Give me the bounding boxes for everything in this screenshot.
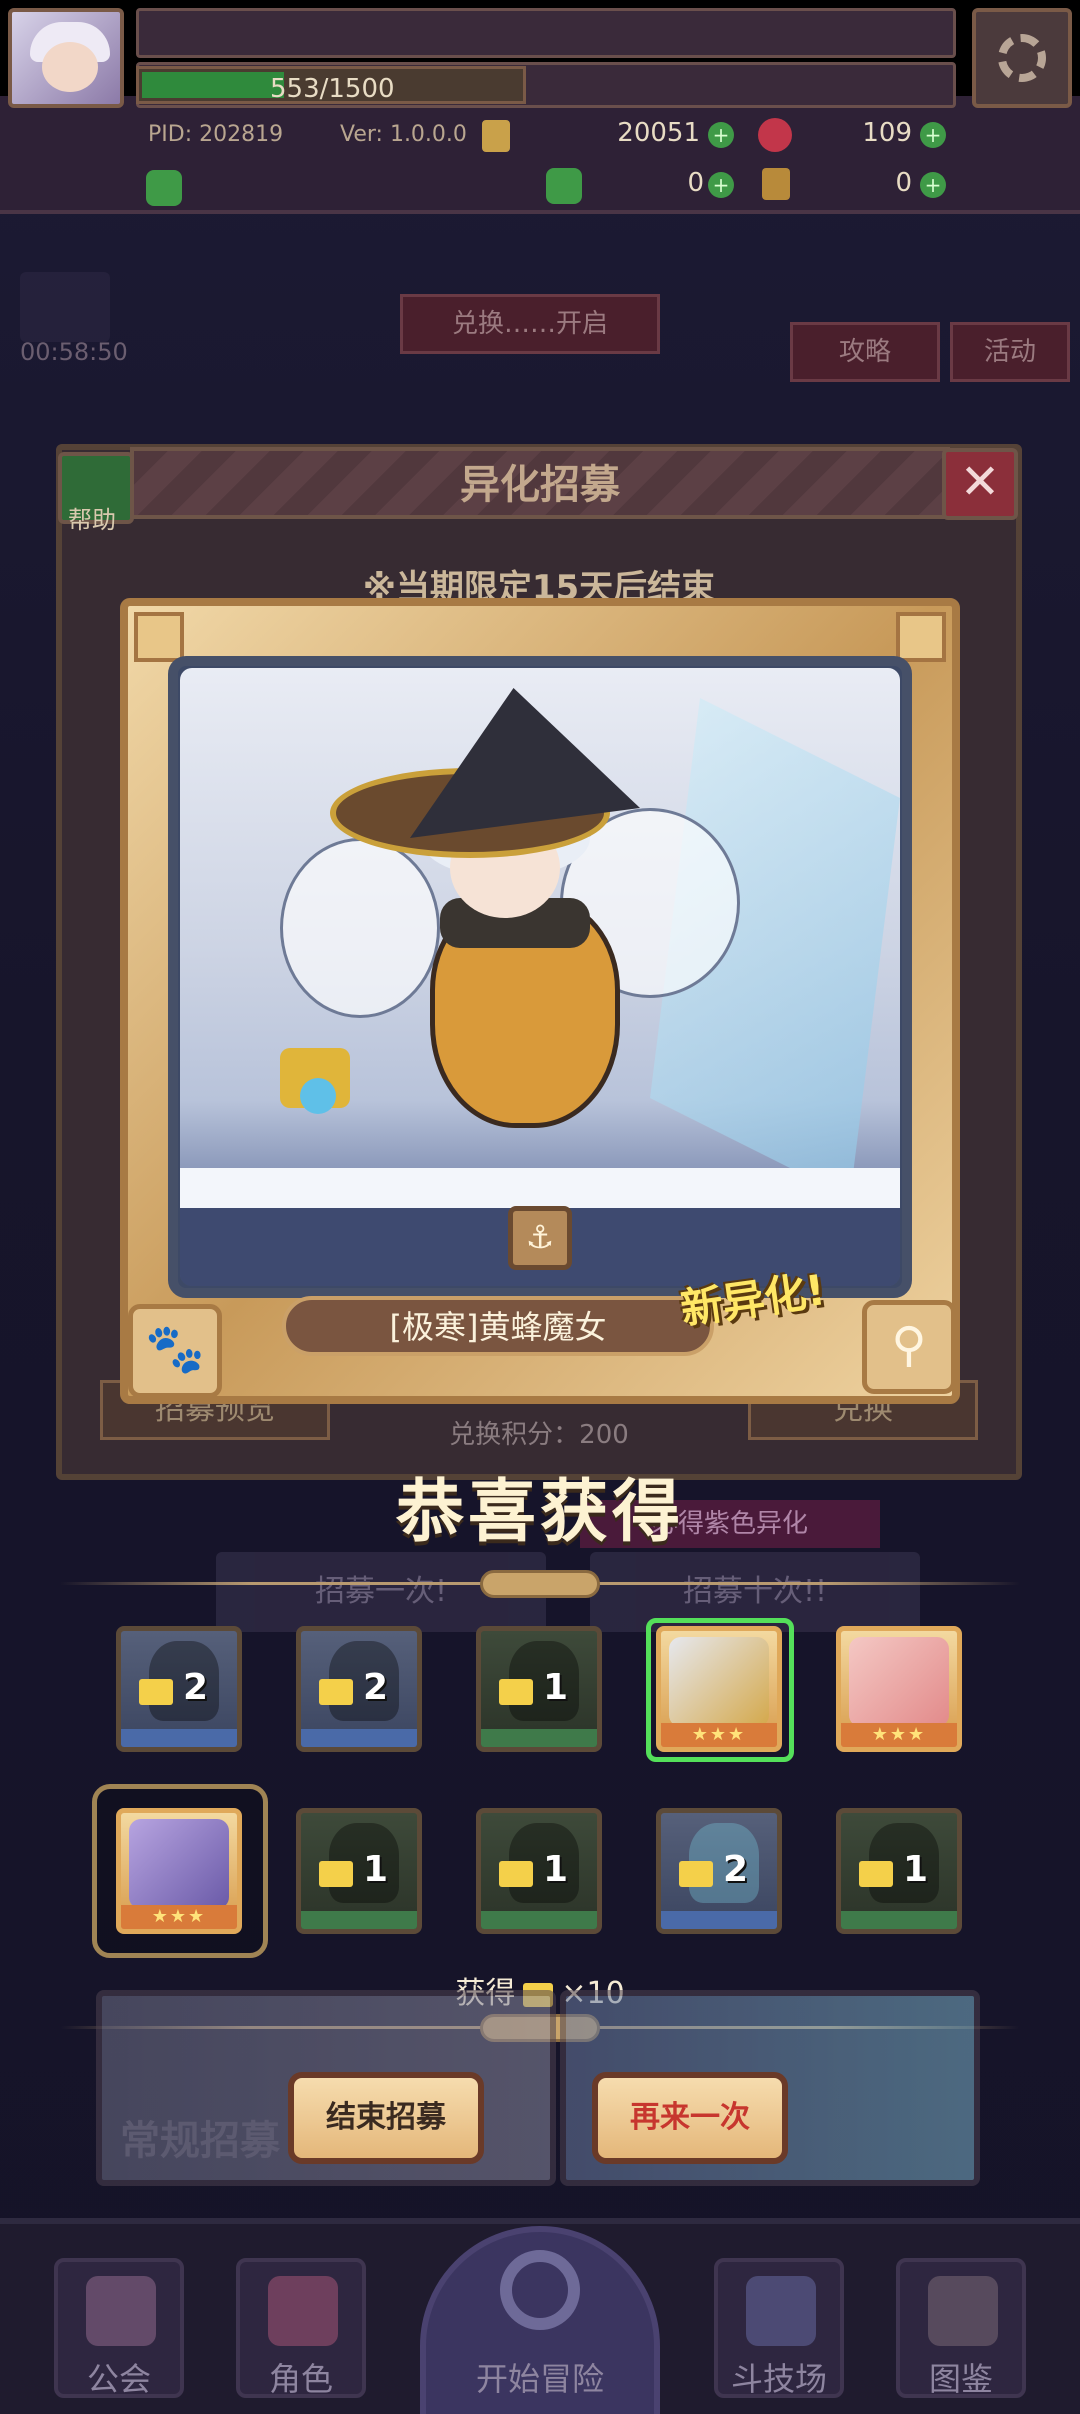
card-corner-ornament [896, 612, 946, 662]
normal-recruit-label: 常规招募 [120, 2118, 280, 2164]
nav-adventure-label: 开始冒险 [475, 2360, 604, 2398]
shard-count: 2 [363, 1667, 389, 1708]
add-clover-icon[interactable]: + [708, 172, 734, 198]
close-button[interactable]: ✕ [942, 448, 1018, 520]
shard-count: 2 [723, 1849, 749, 1890]
reward-shard-tile[interactable]: 2 [116, 1626, 242, 1752]
reward-shard-tile[interactable]: 1 [476, 1626, 602, 1752]
magnifier-icon [500, 2250, 580, 2330]
divider-ornament [480, 1570, 600, 1598]
character-icon [268, 2276, 338, 2346]
settings-button[interactable] [972, 8, 1072, 108]
shard-count: 2 [183, 1667, 209, 1708]
hero-stars: ★★★ [121, 1905, 237, 1929]
window-title: 异化招募 [460, 462, 620, 508]
nav-guild-label: 公会 [86, 2360, 151, 2398]
reward-hero-tile[interactable]: ★★★ [836, 1626, 962, 1752]
xp-text: 553/1500 [270, 74, 395, 104]
stamina-clover-icon [146, 170, 182, 206]
shard-folder-icon [139, 1679, 173, 1705]
hero-portrait [669, 1637, 769, 1727]
exchange-points: 兑换积分：200 [449, 1420, 629, 1450]
nav-arena-label: 斗技场 [730, 2360, 827, 2398]
reward-hero-tile[interactable]: ★★★ [116, 1808, 242, 1934]
event-timer: 00:58:50 [20, 338, 128, 366]
character-portrait [180, 668, 900, 1286]
shard-folder-icon [499, 1861, 533, 1887]
shard-folder-icon [679, 1861, 713, 1887]
hero-portrait [849, 1637, 949, 1727]
nav-character-label: 角色 [268, 2360, 333, 2398]
reward-shard-tile[interactable]: 2 [296, 1626, 422, 1752]
gem-icon [758, 118, 792, 152]
clover-icon [546, 168, 582, 204]
help-label: 帮助 [68, 506, 116, 534]
player-id: PID: 202819 [148, 122, 284, 147]
shard-count: 1 [363, 1849, 389, 1890]
shard-folder-icon [499, 1679, 533, 1705]
element-anchor-icon: ⚓ [508, 1206, 572, 1270]
nav-codex-label: 图鉴 [928, 2360, 993, 2398]
shard-count: 1 [543, 1849, 569, 1890]
xp-bar-fill [142, 72, 284, 98]
shard-folder-icon [859, 1861, 893, 1887]
reward-shard-tile[interactable]: 1 [836, 1808, 962, 1934]
paw-icon: 🐾 [128, 1304, 222, 1398]
shard-count: 1 [543, 1667, 569, 1708]
weapon-icon: ⚲ [862, 1300, 956, 1394]
resource-bar [136, 8, 956, 58]
shard-folder-icon [319, 1679, 353, 1705]
reward-shard-tile[interactable]: 1 [296, 1808, 422, 1934]
add-key-icon[interactable]: + [920, 172, 946, 198]
coin-count: 20051 [617, 118, 700, 148]
character-name: [极寒]黄蜂魔女 [389, 1308, 607, 1346]
card-corner-ornament [134, 612, 184, 662]
guild-icon [86, 2276, 156, 2346]
add-coins-icon[interactable]: + [708, 122, 734, 148]
crossed-swords-icon [746, 2276, 816, 2346]
shard-count: 1 [903, 1849, 929, 1890]
activity-button: 活动 [950, 322, 1070, 382]
hero-stars: ★★★ [841, 1723, 957, 1747]
hero-stars: ★★★ [661, 1723, 777, 1747]
gear-icon [998, 34, 1046, 82]
reward-shard-tile[interactable]: 2 [656, 1808, 782, 1934]
game-version: Ver: 1.0.0.0 [340, 122, 467, 147]
shard-folder-icon [319, 1861, 353, 1887]
clover-count: 0 [687, 168, 704, 198]
coin-icon [482, 120, 510, 152]
strategy-button: 攻略 [790, 322, 940, 382]
reward-hero-tile[interactable]: ★★★ [656, 1626, 782, 1752]
codex-icon [928, 2276, 998, 2346]
reward-shard-tile[interactable]: 1 [476, 1808, 602, 1934]
hero-portrait [129, 1819, 229, 1909]
key-count: 0 [895, 168, 912, 198]
gem-count: 109 [862, 118, 912, 148]
add-gems-icon[interactable]: + [920, 122, 946, 148]
gift-icon [20, 272, 110, 342]
result-title: 恭喜获得 [395, 1473, 684, 1552]
exchange-open-banner: 兑换……开启 [400, 294, 660, 354]
recruit-again-button[interactable]: 再来一次 [592, 2072, 788, 2164]
key-icon [762, 168, 790, 200]
end-recruit-button[interactable]: 结束招募 [288, 2072, 484, 2164]
player-avatar[interactable] [8, 8, 124, 108]
